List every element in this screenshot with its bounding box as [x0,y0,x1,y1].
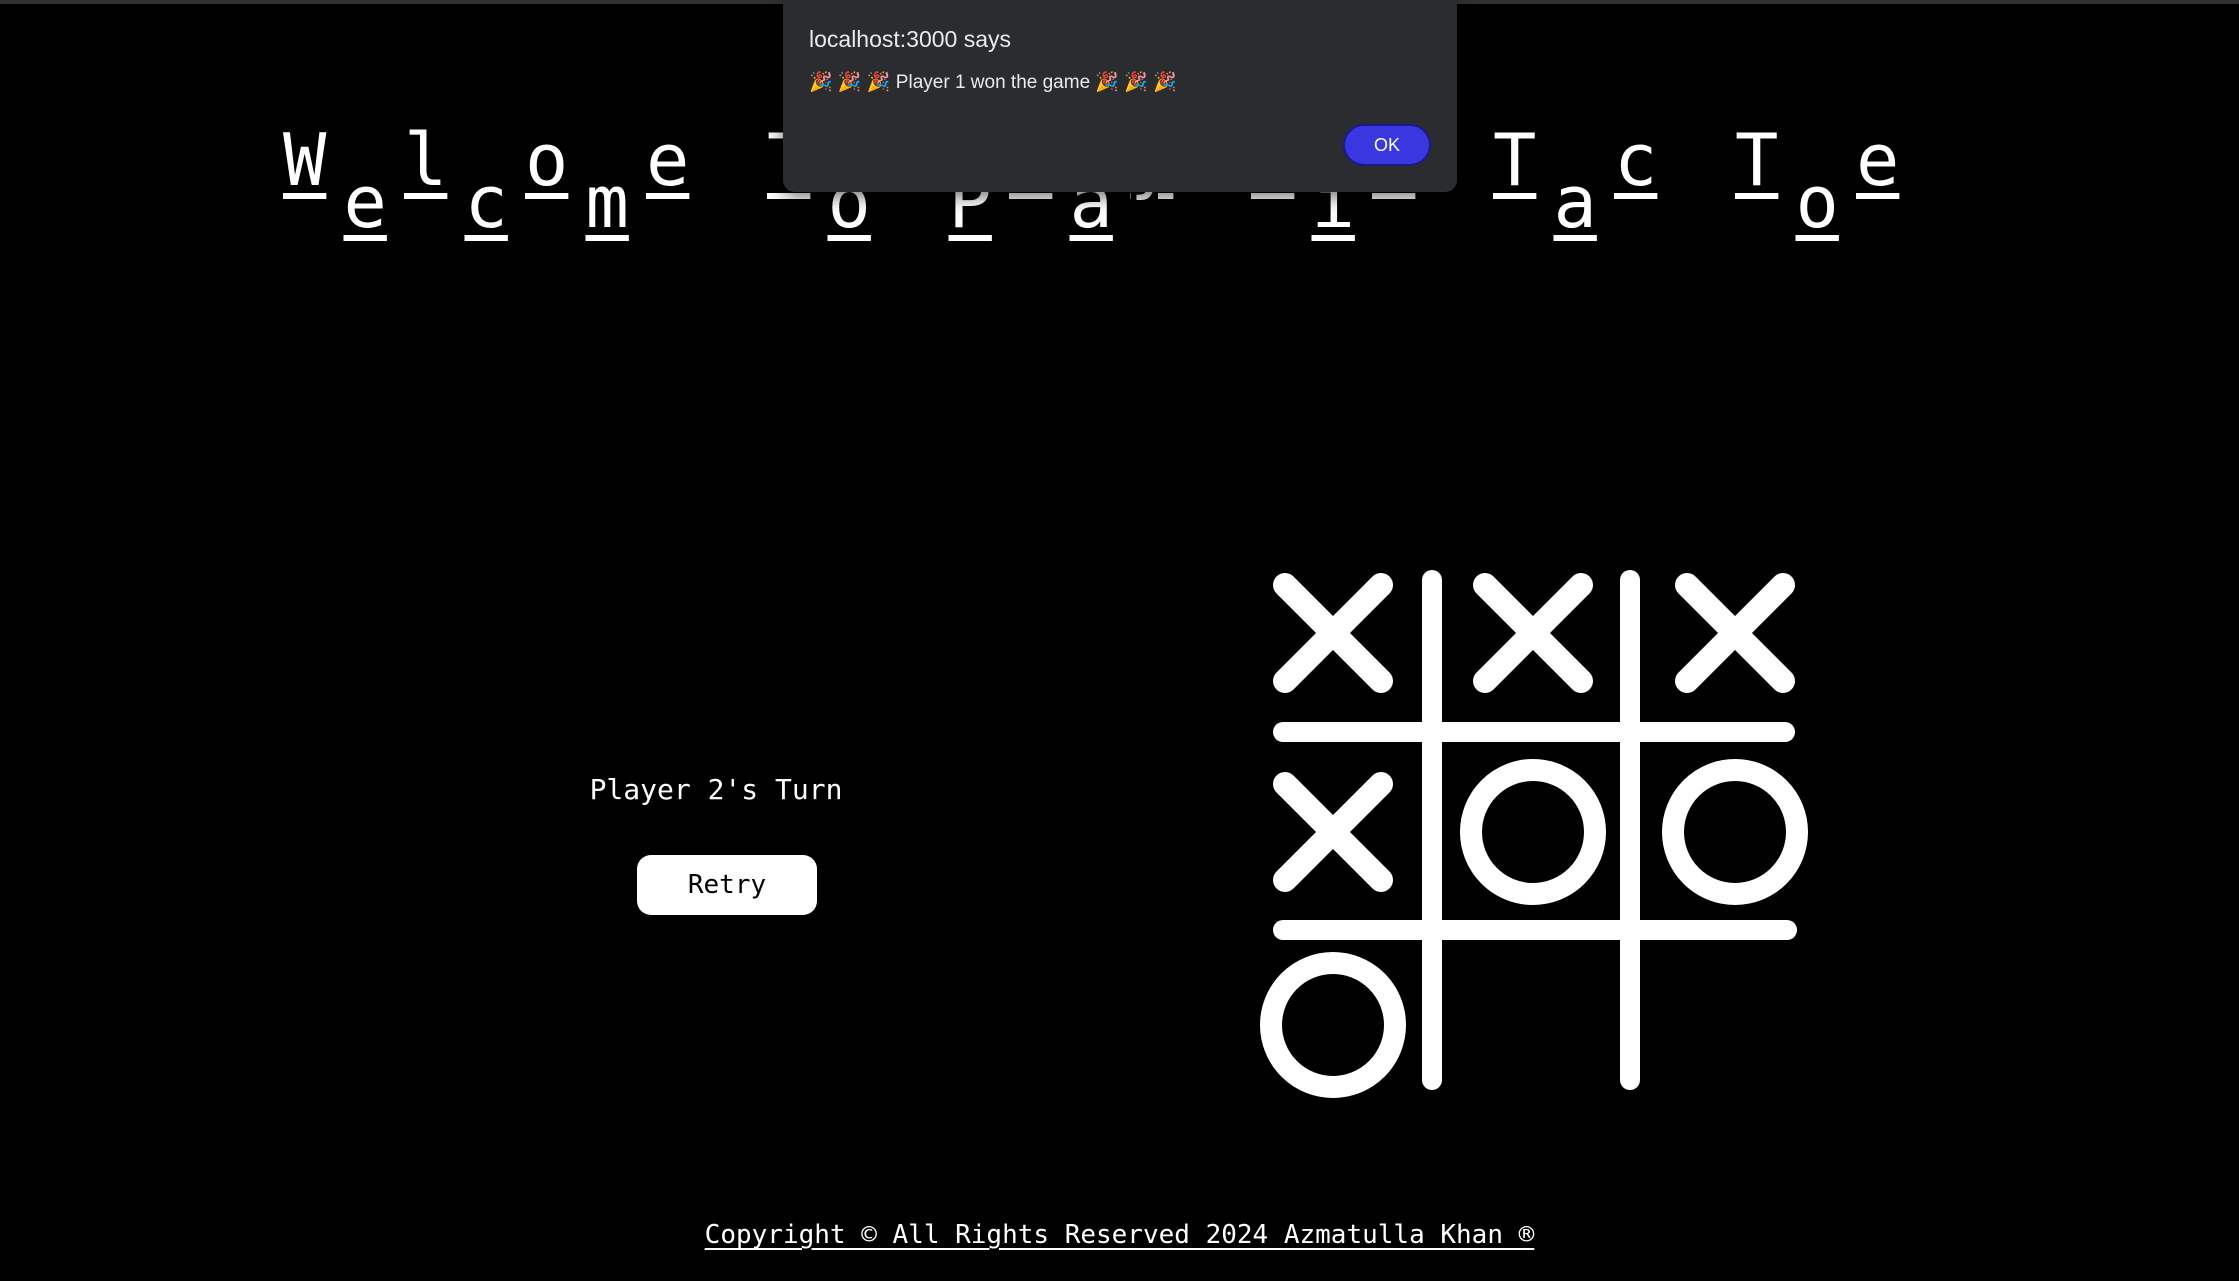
board-cell-4[interactable] [1253,752,1413,912]
alert-message: 🎉 🎉 🎉 Player 1 won the game 🎉 🎉 🎉 [809,72,1177,93]
title-letter: W [283,118,327,202]
board-cell-1[interactable] [1253,560,1413,713]
title-letter: l [404,118,448,202]
game-board [1250,560,1830,1120]
board-cell-8[interactable] [1453,945,1613,1105]
title-letter: e [1856,118,1900,202]
alert-ok-button[interactable]: OK [1343,124,1431,166]
retry-button[interactable]: Retry [637,855,817,915]
title-letter: a [1553,160,1597,244]
title-letter: e [646,118,690,202]
title-letter: T [1735,118,1779,202]
board-cell-3[interactable] [1655,560,1815,713]
title-letter: c [1614,118,1658,202]
footer-copyright: Copyright © All Rights Reserved 2024 Azm… [704,1220,1535,1250]
alert-origin: localhost:3000 says [809,26,1012,52]
title-letter: c [464,160,508,244]
turn-indicator: Player 2's Turn [589,773,843,806]
title-letter: T [1493,118,1537,202]
board-cell-9[interactable] [1655,945,1815,1105]
board-cell-2[interactable] [1453,560,1613,713]
title-letter: o [1795,160,1839,244]
title-letter: e [343,160,387,244]
title-letter: m [585,160,629,244]
board-cell-6[interactable] [1655,752,1815,912]
title-letter: o [525,118,569,202]
board-svg [1253,560,1815,1105]
board-cell-7[interactable] [1253,945,1413,1105]
alert-dialog: localhost:3000 says 🎉 🎉 🎉 Player 1 won t… [783,0,1457,192]
board-cell-5[interactable] [1453,752,1613,912]
